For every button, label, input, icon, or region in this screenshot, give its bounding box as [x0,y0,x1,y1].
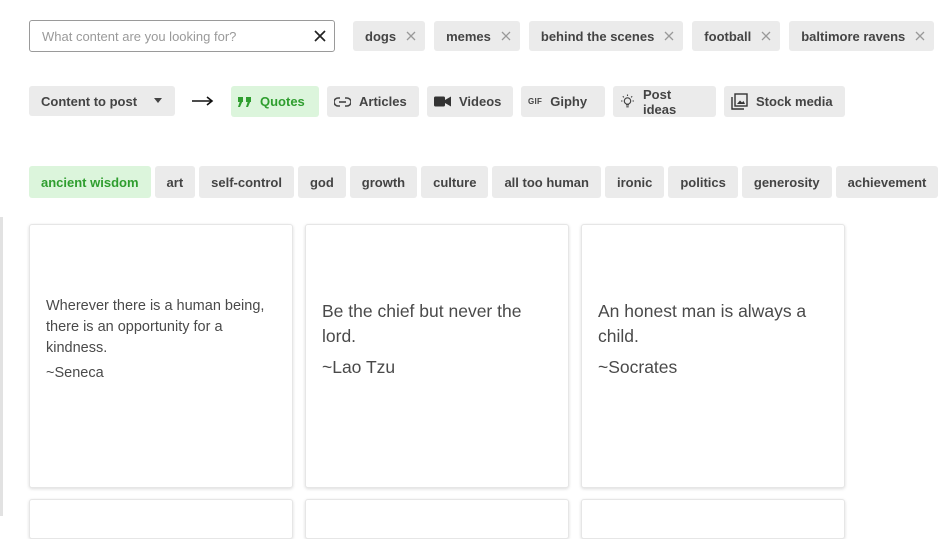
search-input[interactable] [30,21,300,51]
quotes-label: Quotes [260,94,305,109]
category-chip-self-control[interactable]: self-control [199,166,294,198]
giphy-button[interactable]: GIF Giphy [521,86,605,117]
lightbulb-icon [621,94,634,108]
close-icon[interactable] [761,31,771,41]
tag-chip: dogs [353,21,426,51]
quote-text: An honest man is always a child. [598,301,807,346]
close-icon[interactable] [915,31,925,41]
quote-icon [238,96,251,107]
tag-chip: football [692,21,781,51]
giphy-label: Giphy [550,94,588,109]
tag-chip: baltimore ravens [789,21,935,51]
content-to-post-dropdown[interactable]: Content to post [29,86,175,116]
quote-card[interactable]: Be the chief but never the lord. ~Lao Tz… [305,224,569,488]
category-chip-art[interactable]: art [154,166,196,198]
articles-button[interactable]: Articles [327,86,419,117]
tag-chip: behind the scenes [528,21,684,51]
category-chip-growth[interactable]: growth [349,166,418,198]
stock-media-label: Stock media [756,94,833,109]
arrow-right-icon [192,96,214,106]
close-icon[interactable] [501,31,511,41]
tag-chip: memes [434,21,520,51]
quote-text: Wherever there is a human being, there i… [46,298,265,356]
post-ideas-label: Post ideas [643,86,677,117]
tag-label: behind the scenes [540,28,655,44]
quotes-button[interactable]: Quotes [231,86,319,117]
videos-button[interactable]: Videos [427,86,513,117]
quote-author: ~Seneca [46,365,104,381]
topic-tags: dogs memes behind the scenes football baltim… [353,21,941,51]
category-chip-culture[interactable]: culture [421,166,489,198]
quote-author: ~Lao Tzu [322,357,396,377]
category-chip-all-too-human[interactable]: all too human [492,166,601,198]
quote-card-partial[interactable] [305,499,569,539]
close-icon[interactable] [664,31,674,41]
left-panel-edge [0,217,3,516]
quote-card[interactable]: Wherever there is a human being, there i… [29,224,293,488]
search-box [29,20,335,52]
quote-text: Be the chief but never the lord. [322,301,522,346]
video-camera-icon [434,96,451,107]
chevron-down-icon [154,98,162,103]
quote-card[interactable]: An honest man is always a child. ~Socrat… [581,224,845,488]
videos-label: Videos [459,94,502,109]
link-icon [334,96,351,107]
stock-media-button[interactable]: Stock media [724,86,845,117]
category-chip-god[interactable]: god [297,166,346,198]
category-chip-achievement[interactable]: achievement [835,166,939,198]
articles-label: Articles [359,94,407,109]
content-to-post-label: Content to post [41,93,138,109]
post-ideas-button[interactable]: Post ideas [613,86,716,117]
tag-label: dogs [365,28,397,44]
tag-label: football [704,28,752,44]
tag-label: memes [446,28,491,44]
gif-icon: GIF [528,97,543,106]
close-icon[interactable] [406,31,416,41]
close-icon[interactable] [312,28,328,44]
category-chip-ironic[interactable]: ironic [604,166,665,198]
category-chip-generosity[interactable]: generosity [741,166,832,198]
category-chip-politics[interactable]: politics [668,166,738,198]
quote-card-partial[interactable] [29,499,293,539]
quote-card-partial[interactable] [581,499,845,539]
image-gallery-icon [731,93,748,110]
category-filter-bar: ancient wisdom art self-control god growth cu… [29,166,941,198]
category-chip-ancient-wisdom[interactable]: ancient wisdom [29,166,151,198]
quote-author: ~Socrates [598,357,678,377]
tag-label: baltimore ravens [801,28,906,44]
